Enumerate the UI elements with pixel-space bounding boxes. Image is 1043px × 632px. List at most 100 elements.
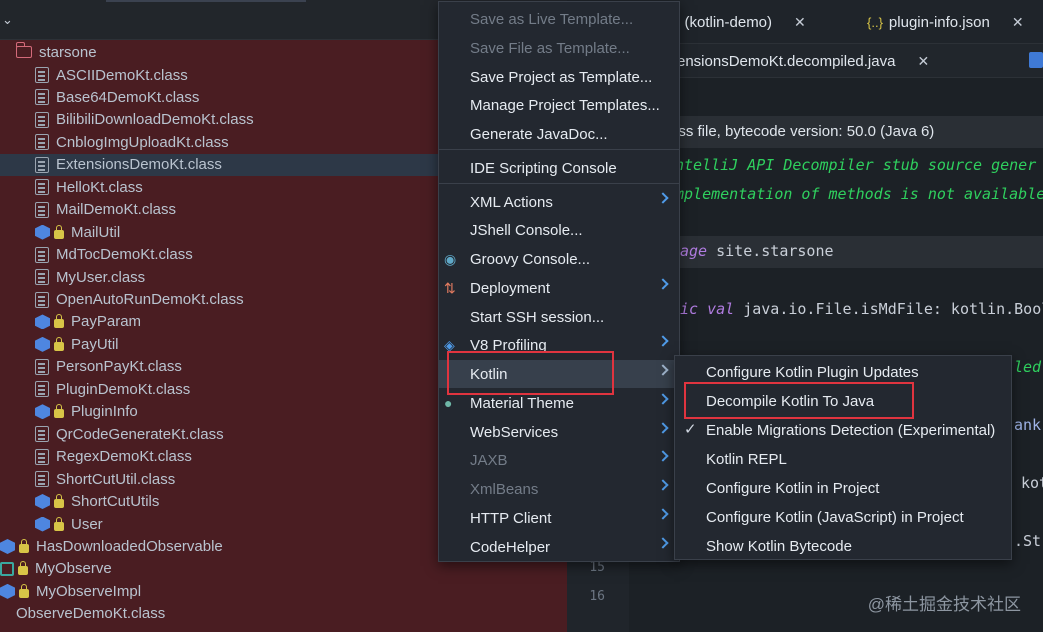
tree-item-label: MdTocDemoKt.class <box>56 246 193 264</box>
menu-item-webservices[interactable]: WebServices <box>439 418 679 446</box>
lock-icon <box>54 314 64 329</box>
package-line: age site.starsone <box>680 242 834 260</box>
lock-icon <box>19 583 29 598</box>
class-file-icon <box>35 134 49 151</box>
menu-item-label: Manage Project Templates... <box>470 96 660 114</box>
chevron-right-icon <box>657 278 669 290</box>
tree-item-label: MailUtil <box>71 223 121 241</box>
menu-item-codehelper[interactable]: CodeHelper <box>439 533 679 561</box>
tree-item-label: BilibiliDownloadDemoKt.class <box>56 111 254 129</box>
chevron-right-icon <box>657 192 669 204</box>
tree-item-label: ShortCutUtils <box>71 493 160 511</box>
tree-item-label: MyObserveImpl <box>36 582 142 600</box>
tab-decompiled-java[interactable]: ensionsDemoKt.decompiled.java ✕ <box>677 44 929 78</box>
chevron-right-icon <box>657 450 669 462</box>
menu-item-label: Deployment <box>470 279 551 297</box>
menu-item-jshell-console[interactable]: JShell Console... <box>439 216 679 244</box>
lock-icon <box>54 516 64 531</box>
lock-icon <box>54 336 64 351</box>
tree-item-label: Base64DemoKt.class <box>56 88 200 106</box>
menu-item-http-client[interactable]: HTTP Client <box>439 504 679 532</box>
close-icon[interactable]: ✕ <box>794 14 806 31</box>
code-comment-line: ntelliJ API Decompiler stub source gener <box>675 156 1037 174</box>
menu-item-xmlbeans[interactable]: XmlBeans <box>439 475 679 503</box>
tab-plugin-info-json[interactable]: {..} plugin-info.json ✕ <box>867 0 1024 44</box>
menu-item-manage-project-templates[interactable]: Manage Project Templates... <box>439 91 679 119</box>
class-file-icon <box>35 201 49 218</box>
tree-item-label: MailDemoKt.class <box>56 201 177 219</box>
menu-item-label: Material Theme <box>470 394 574 412</box>
kotlin-class-icon <box>35 404 50 420</box>
menu-item-label: IDE Scripting Console <box>470 159 617 177</box>
tab-label: plugin-info.json <box>888 13 990 31</box>
close-icon[interactable]: ✕ <box>1012 14 1024 31</box>
tree-item[interactable]: MyObserveImpl <box>0 580 567 602</box>
kotlin-class-icon <box>0 538 15 554</box>
tree-item-label: ASCIIDemoKt.class <box>56 66 188 84</box>
menu-item-label: Configure Kotlin (JavaScript) in Project <box>706 508 964 526</box>
tree-root-label: starsone <box>39 43 97 61</box>
tree-item-label: ObserveDemoKt.class <box>16 605 166 623</box>
tree-item-label: PayUtil <box>71 335 119 353</box>
class-file-icon <box>35 358 49 375</box>
menu-item-label: Groovy Console... <box>470 250 591 268</box>
line-number: 15 <box>589 560 605 575</box>
kotlin-menu-item-configure-kotlin-javascript-in-project[interactable]: Configure Kotlin (JavaScript) in Project <box>675 503 1011 531</box>
menu-item-generate-javadoc[interactable]: Generate JavaDoc... <box>439 120 679 148</box>
menu-item-save-as-live-template[interactable]: Save as Live Template... <box>439 5 679 33</box>
class-file-icon <box>35 89 49 106</box>
kotlin-menu-item-kotlin-repl[interactable]: Kotlin REPL <box>675 445 1011 473</box>
menu-item-deployment[interactable]: ⇅ Deployment <box>439 274 679 302</box>
kotlin-menu-item-configure-kotlin-in-project[interactable]: Configure Kotlin in Project <box>675 474 1011 502</box>
menu-item-label: Save as Live Template... <box>470 10 634 28</box>
chevron-right-icon <box>657 335 669 347</box>
lock-icon <box>54 224 64 239</box>
menu-separator <box>439 149 679 150</box>
kotlin-menu-item-enable-migrations-detection-experimental[interactable]: ✓ Enable Migrations Detection (Experiment… <box>675 416 1011 444</box>
menu-item-xml-actions[interactable]: XML Actions <box>439 188 679 216</box>
tree-item-label: OpenAutoRunDemoKt.class <box>56 291 244 308</box>
menu-item-label: Show Kotlin Bytecode <box>706 537 852 555</box>
deployment-icon: ⇅ <box>444 280 456 296</box>
info-text: ass file, bytecode version: 50.0 (Java 6… <box>670 123 935 140</box>
tree-item[interactable]: ObserveDemoKt.class <box>0 603 567 625</box>
watermark: @稀土掘金技术社区 <box>867 595 1021 614</box>
class-file-icon <box>35 448 49 465</box>
class-file-icon <box>35 111 49 128</box>
tools-menu: Save as Live Template... Save File as Tem… <box>438 1 680 562</box>
menu-item-label: JAXB <box>470 451 508 469</box>
class-file-icon <box>35 179 49 196</box>
toolbar-divider <box>106 0 306 2</box>
kotlin-class-icon <box>35 494 50 510</box>
class-file-icon <box>35 246 49 263</box>
close-icon[interactable]: ✕ <box>917 53 929 70</box>
lock-icon <box>54 404 64 419</box>
menu-item-ide-scripting-console[interactable]: IDE Scripting Console <box>439 154 679 182</box>
menu-item-label: Generate JavaDoc... <box>470 125 608 143</box>
class-file-icon <box>35 381 49 398</box>
json-icon: {..} <box>867 14 883 30</box>
tree-item-label: RegexDemoKt.class <box>56 448 192 466</box>
decompile-highlight-box <box>684 382 914 419</box>
kotlin-menu-item-show-kotlin-bytecode[interactable]: Show Kotlin Bytecode <box>675 532 1011 560</box>
menu-item-jaxb[interactable]: JAXB <box>439 446 679 474</box>
chevron-down-icon[interactable]: ⌄ <box>2 12 13 28</box>
tab-kotlin-demo[interactable]: l (kotlin-demo) ✕ <box>677 0 806 44</box>
menu-item-label: Configure Kotlin in Project <box>706 479 880 497</box>
package-name: site.starsone <box>707 242 834 260</box>
lock-icon <box>54 494 64 509</box>
code-fragment: .Str <box>1014 532 1043 550</box>
kotlin-class-icon <box>35 336 50 352</box>
class-file-icon <box>35 291 49 308</box>
menu-item-label: Start SSH session... <box>470 308 605 326</box>
tree-item-label: ExtensionsDemoKt.class <box>56 156 222 174</box>
menu-item-save-file-as-template[interactable]: Save File as Template... <box>439 34 679 62</box>
menu-item-start-ssh-session[interactable]: Start SSH session... <box>439 303 679 331</box>
tree-item-label: PersonPayKt.class <box>56 358 182 376</box>
chevron-right-icon <box>657 422 669 434</box>
tree-item-label: PluginInfo <box>71 403 138 421</box>
tab-label: l (kotlin-demo) <box>677 13 773 31</box>
menu-item-label: Save Project as Template... <box>470 68 653 86</box>
menu-item-groovy-console[interactable]: ◉ Groovy Console... <box>439 245 679 273</box>
menu-item-save-project-as-template[interactable]: Save Project as Template... <box>439 63 679 91</box>
